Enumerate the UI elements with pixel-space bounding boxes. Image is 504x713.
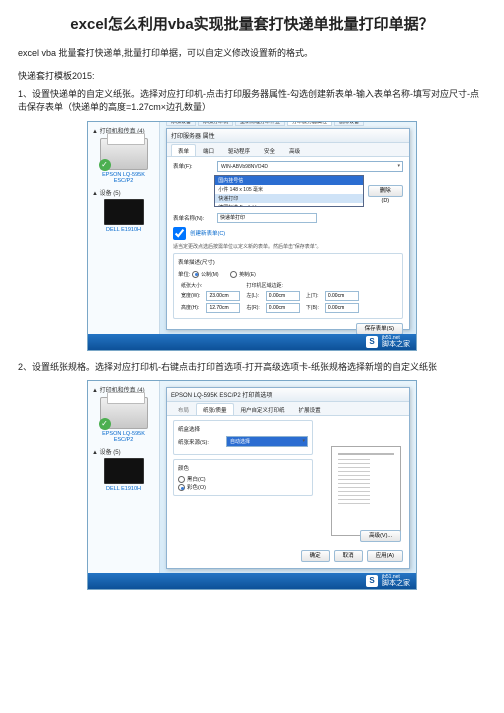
toolbar-server-props[interactable]: 打印服务器属性	[287, 121, 332, 126]
dialog-tabs: 布局 纸张/质量 用户自定义打印纸 扩展设置	[167, 402, 409, 416]
print-prefs-dialog: EPSON LQ-595K ESC/P2 打印首选项 布局 纸张/质量 用户自定…	[166, 387, 410, 569]
list-item[interactable]: 德国标准 Fanfold	[215, 203, 362, 207]
toolbar-clear-jobs[interactable]: 重新清理打印作业	[235, 121, 285, 126]
margin-head: 打印机区域边距:	[243, 281, 361, 290]
check-icon: ✓	[99, 159, 111, 171]
list-item[interactable]: 小件 148 x 105 毫米	[215, 185, 362, 194]
dialog-note: 适当定更改点选后按需单位以定义新的表单。然后单击"保存表单"。	[173, 243, 403, 250]
radio-icon[interactable]	[230, 271, 237, 278]
printer-icon[interactable]: ✓	[100, 138, 148, 170]
toolbar-remove-device[interactable]: 删除设备	[334, 121, 364, 126]
devices-sidebar: ▲ 打印机和传真 (4) ✓ EPSON LQ-595K ESC/P2 ▲ 设备…	[88, 122, 160, 350]
tab-security[interactable]: 安全	[257, 144, 282, 156]
radio-icon[interactable]	[192, 271, 199, 278]
units-label: 单位:	[178, 272, 191, 278]
source-label: 纸张来源(S):	[178, 438, 222, 446]
width-label: 宽度(W):	[178, 290, 203, 302]
form-name-label: 表单名称(N):	[173, 214, 213, 222]
printer-label[interactable]: EPSON LQ-595K ESC/P2	[92, 431, 155, 443]
color-head: 颜色	[178, 464, 308, 472]
unit-english-label[interactable]: 英制(E)	[239, 272, 256, 278]
paper-source-dropdown[interactable]: 自动选择	[226, 436, 308, 447]
create-new-form-label[interactable]: 创建新表单(C)	[190, 229, 225, 237]
screenshot-2: ▲ 打印机和传真 (4) ✓ EPSON LQ-595K ESC/P2 ▲ 设备…	[87, 380, 417, 590]
bottom-input[interactable]	[325, 303, 359, 313]
forms-listbox[interactable]: 国内挂号信 小件 148 x 105 毫米 快递打印 德国标准 Fanfold	[214, 175, 363, 207]
tab-ports[interactable]: 端口	[196, 144, 221, 156]
devices-sidebar: ▲ 打印机和传真 (4) ✓ EPSON LQ-595K ESC/P2 ▲ 设备…	[88, 381, 160, 589]
monitor-icon[interactable]	[104, 199, 144, 225]
tab-advanced[interactable]: 高级	[282, 144, 307, 156]
toolbar-add-device[interactable]: 添加设备	[166, 121, 196, 126]
subtitle: 快递套打模板2015:	[18, 69, 486, 82]
width-input[interactable]	[206, 291, 240, 301]
tab-drivers[interactable]: 驱动程序	[221, 144, 257, 156]
form-desc-label: 表单描述(尺寸)	[178, 258, 398, 266]
left-label: 左(L):	[243, 290, 262, 302]
dialog-title: EPSON LQ-595K ESC/P2 打印首选项	[167, 388, 409, 402]
tab-forms[interactable]: 表单	[171, 144, 196, 156]
bottom-label: 下(B):	[303, 302, 322, 314]
site-brand: 脚本之家	[382, 580, 410, 587]
delete-form-button[interactable]: 删除(D)	[368, 185, 403, 197]
cancel-button[interactable]: 取消	[334, 550, 363, 562]
top-input[interactable]	[325, 291, 359, 301]
bw-label[interactable]: 黑白(C)	[187, 477, 206, 483]
monitor-label[interactable]: DELL E1910H	[92, 486, 155, 492]
page-preview	[331, 446, 401, 536]
monitor-icon[interactable]	[104, 458, 144, 484]
create-new-form-checkbox[interactable]	[173, 227, 186, 240]
site-brand: 脚本之家	[382, 341, 410, 348]
printer-icon[interactable]: ✓	[100, 397, 148, 429]
height-label: 高度(H):	[178, 302, 203, 314]
page-title: excel怎么利用vba实现批量套打快递单批量打印单据？	[18, 14, 486, 35]
tab-layout: 布局	[171, 403, 196, 415]
tab-paper-quality[interactable]: 纸张/质量	[196, 403, 234, 415]
intro-text: excel vba 批量套打快递单,批量打印单据，可以自定义修改设置新的格式。	[18, 47, 486, 61]
radio-icon[interactable]	[178, 484, 185, 491]
dialog-title: 打印服务器 属性	[167, 129, 409, 143]
advanced-button[interactable]: 高级(V)...	[360, 530, 401, 542]
devices-toolbar: 添加设备 添加打印机 重新清理打印作业 打印服务器属性 删除设备	[166, 121, 410, 126]
print-server-props-dialog: 打印服务器 属性 表单 端口 驱动程序 安全 高级 表单(F): WIN-ABV…	[166, 128, 410, 330]
toolbar-add-printer[interactable]: 添加打印机	[198, 121, 233, 126]
right-input[interactable]	[266, 303, 300, 313]
form-name-input[interactable]	[217, 213, 317, 223]
tab-ext-settings[interactable]: 扩展设置	[292, 403, 328, 415]
printer-label[interactable]: EPSON LQ-595K ESC/P2	[92, 172, 155, 184]
monitor-label[interactable]: DELL E1910H	[92, 227, 155, 233]
left-input[interactable]	[266, 291, 300, 301]
list-item[interactable]: 国内挂号信	[215, 176, 362, 185]
watermark-footer: S jb51.net 脚本之家	[88, 573, 416, 589]
devices-header: ▲ 设备 (5)	[92, 447, 155, 456]
color-label[interactable]: 彩色(O)	[187, 485, 206, 491]
site-logo-icon: S	[366, 336, 378, 348]
forms-field-label: 表单(F):	[173, 162, 213, 170]
paper-size-head: 纸张大小:	[178, 281, 243, 290]
radio-icon[interactable]	[178, 476, 185, 483]
check-icon: ✓	[99, 418, 111, 430]
dialog-tabs: 表单 端口 驱动程序 安全 高级	[167, 143, 409, 157]
right-label: 右(R):	[243, 302, 262, 314]
height-input[interactable]	[206, 303, 240, 313]
screenshot-1: 添加设备 添加打印机 重新清理打印作业 打印服务器属性 删除设备 ▲ 打印机和传…	[87, 121, 417, 351]
apply-button[interactable]: 应用(A)	[367, 550, 403, 562]
devices-header: ▲ 设备 (5)	[92, 188, 155, 197]
tray-head: 纸盒选择	[178, 425, 308, 433]
step-2: 2、设置纸张规格。选择对应打印机-右键点击打印首选项-打开高级选项卡-纸张规格选…	[18, 361, 486, 375]
tab-custom-paper[interactable]: 用户自定义打印纸	[234, 403, 292, 415]
top-label: 上(T):	[303, 290, 322, 302]
server-dropdown[interactable]: WIN-ABVb98NVO4D	[217, 161, 403, 172]
list-item[interactable]: 快递打印	[215, 194, 362, 203]
step-1: 1、设置快递单的自定义纸张。选择对应打印机-点击打印服务器属性-勾选创建新表单-…	[18, 88, 486, 115]
watermark-footer: S jb51.net 脚本之家	[88, 334, 416, 350]
site-logo-icon: S	[366, 575, 378, 587]
unit-metric-label[interactable]: 公制(M)	[201, 272, 219, 278]
ok-button[interactable]: 确定	[301, 550, 330, 562]
